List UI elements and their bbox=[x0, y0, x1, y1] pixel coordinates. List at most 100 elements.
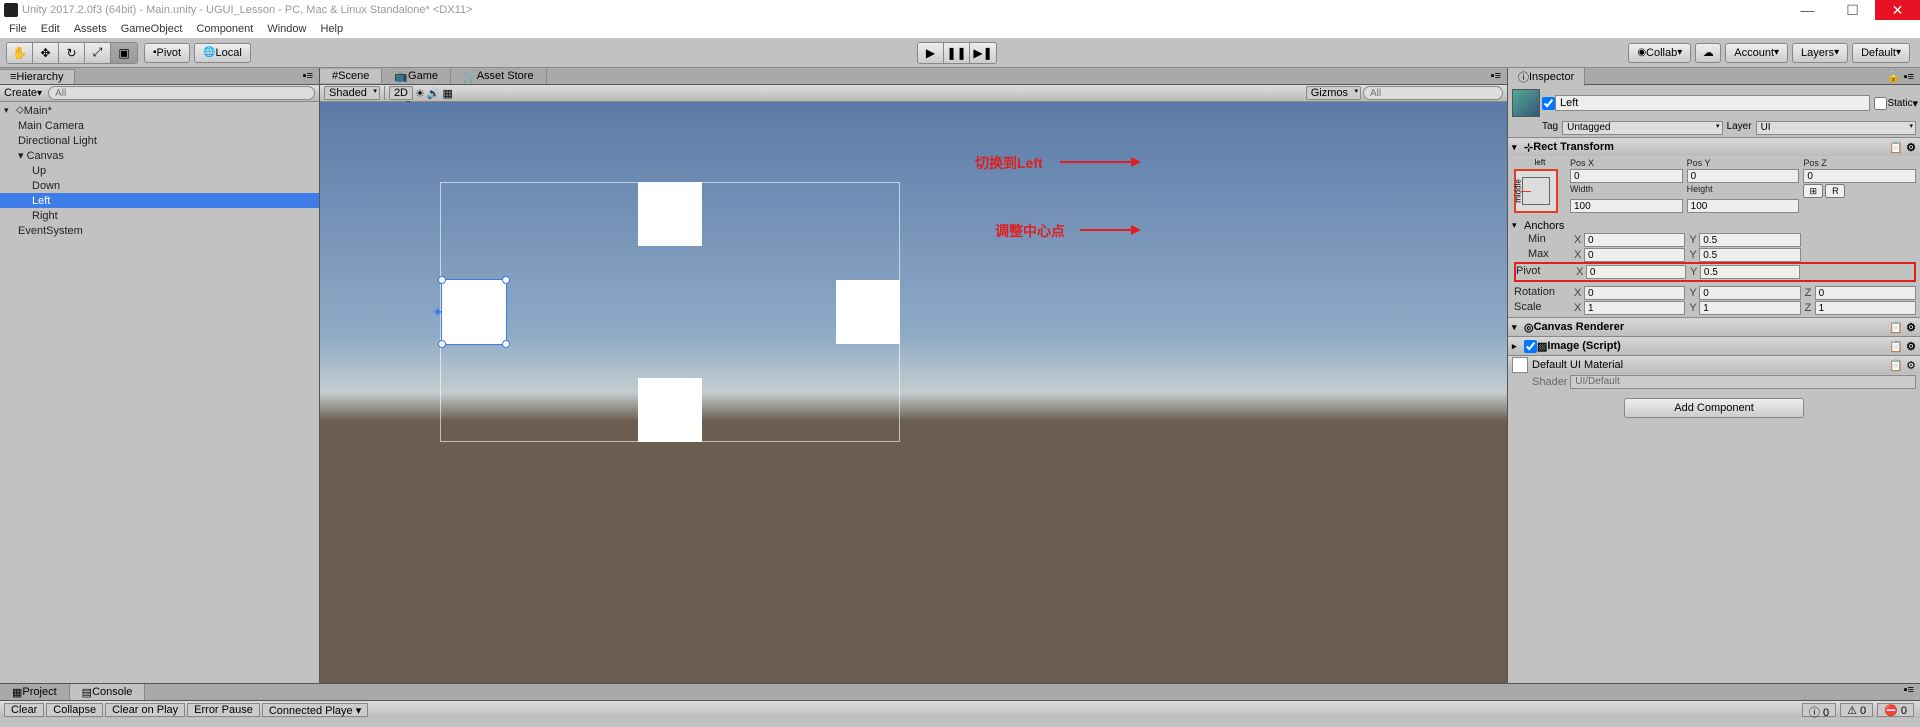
cloud-button[interactable]: ☁ bbox=[1695, 43, 1721, 63]
tree-item[interactable]: Down bbox=[0, 178, 319, 193]
play-button[interactable]: ▶ bbox=[918, 43, 944, 63]
menu-edit[interactable]: Edit bbox=[34, 23, 67, 35]
rotation-z-input[interactable] bbox=[1815, 286, 1916, 300]
rotation-x-input[interactable] bbox=[1584, 286, 1685, 300]
collapse-button[interactable]: Collapse bbox=[46, 703, 103, 717]
layer-dropdown[interactable]: UI bbox=[1756, 121, 1916, 135]
clear-on-play-button[interactable]: Clear on Play bbox=[105, 703, 185, 717]
width-input[interactable] bbox=[1570, 199, 1683, 213]
rect-handle-bl[interactable] bbox=[438, 340, 446, 348]
gameobject-icon[interactable] bbox=[1512, 89, 1540, 117]
pivot-toggle[interactable]: ▪ Pivot bbox=[144, 43, 190, 63]
layout-dropdown[interactable]: Default ▾ bbox=[1852, 43, 1910, 63]
tree-item[interactable]: ▾ Canvas bbox=[0, 148, 319, 163]
game-tab[interactable]: 📺 Game bbox=[382, 69, 451, 84]
down-object[interactable] bbox=[638, 378, 702, 442]
pivot-y-input[interactable] bbox=[1700, 265, 1800, 279]
warning-count[interactable]: ⚠ 0 bbox=[1840, 703, 1873, 717]
left-object-selected[interactable] bbox=[442, 280, 506, 344]
shader-dropdown[interactable]: UI/Default bbox=[1570, 375, 1916, 389]
add-component-button[interactable]: Add Component bbox=[1624, 398, 1804, 418]
pause-button[interactable]: ❚❚ bbox=[944, 43, 970, 63]
pos-z-input[interactable] bbox=[1803, 169, 1916, 183]
right-object[interactable] bbox=[836, 280, 900, 344]
gameobject-active-checkbox[interactable] bbox=[1542, 97, 1555, 110]
menu-file[interactable]: File bbox=[2, 23, 34, 35]
pivot-x-input[interactable] bbox=[1586, 265, 1686, 279]
hand-tool[interactable]: ✋ bbox=[7, 43, 33, 63]
canvas-renderer-header[interactable]: ▾◎ Canvas Renderer📋 ⚙ bbox=[1508, 318, 1920, 336]
rotation-y-input[interactable] bbox=[1699, 286, 1800, 300]
raw-edit-button[interactable]: R bbox=[1825, 184, 1845, 198]
anchor-min-y-input[interactable] bbox=[1699, 233, 1800, 247]
tree-item[interactable]: Main Camera bbox=[0, 118, 319, 133]
pos-y-input[interactable] bbox=[1687, 169, 1800, 183]
project-tab[interactable]: ▦ Project bbox=[0, 684, 70, 700]
menu-assets[interactable]: Assets bbox=[67, 23, 114, 35]
asset-store-tab[interactable]: 🛒 Asset Store bbox=[451, 69, 547, 84]
layers-dropdown[interactable]: Layers ▾ bbox=[1792, 43, 1848, 63]
tree-item[interactable]: EventSystem bbox=[0, 223, 319, 238]
create-dropdown[interactable]: Create bbox=[4, 87, 37, 99]
error-count[interactable]: ⛔ 0 bbox=[1877, 703, 1914, 717]
menu-gameobject[interactable]: GameObject bbox=[114, 23, 190, 35]
menu-component[interactable]: Component bbox=[189, 23, 260, 35]
lighting-toggle[interactable]: ☀ bbox=[415, 87, 425, 100]
shading-mode-dropdown[interactable]: Shaded bbox=[324, 86, 380, 100]
rect-tool[interactable]: ▣ bbox=[111, 43, 137, 63]
collab-dropdown[interactable]: ◉ Collab ▾ bbox=[1628, 43, 1691, 63]
scene-search-input[interactable] bbox=[1363, 86, 1503, 100]
scene-panel-options-icon[interactable]: ▪≡ bbox=[1485, 70, 1507, 82]
gizmos-dropdown[interactable]: Gizmos bbox=[1306, 86, 1361, 100]
anchor-gizmo-icon[interactable]: ✦ bbox=[432, 304, 444, 321]
tree-item[interactable]: Left bbox=[0, 193, 319, 208]
close-button[interactable]: ✕ bbox=[1875, 0, 1920, 20]
clear-button[interactable]: Clear bbox=[4, 703, 44, 717]
mode-2d-toggle[interactable]: 2D bbox=[389, 86, 413, 100]
image-header[interactable]: ▸▨ Image (Script)📋 ⚙ bbox=[1508, 337, 1920, 355]
rect-handle-br[interactable] bbox=[502, 340, 510, 348]
blueprint-mode-button[interactable]: ⊞ bbox=[1803, 184, 1823, 198]
bottom-panel-options-icon[interactable]: ▪≡ bbox=[1898, 684, 1920, 700]
gameobject-name-input[interactable] bbox=[1555, 95, 1870, 111]
panel-options-icon[interactable]: ▪≡ bbox=[297, 70, 319, 82]
menu-help[interactable]: Help bbox=[313, 23, 350, 35]
scale-x-input[interactable] bbox=[1584, 301, 1685, 315]
console-tab[interactable]: ▤ Console bbox=[70, 684, 146, 700]
tree-item[interactable]: Right bbox=[0, 208, 319, 223]
static-checkbox[interactable] bbox=[1874, 97, 1887, 110]
pos-x-input[interactable] bbox=[1570, 169, 1683, 183]
scene-viewport[interactable]: ✦ bbox=[320, 102, 1507, 683]
scale-tool[interactable]: ⤢ bbox=[85, 43, 111, 63]
anchor-min-x-input[interactable] bbox=[1584, 233, 1685, 247]
material-header[interactable]: Default UI Material📋 ⚙ bbox=[1508, 356, 1920, 374]
minimize-button[interactable]: — bbox=[1785, 0, 1830, 20]
maximize-button[interactable]: ☐ bbox=[1830, 0, 1875, 20]
hierarchy-search-input[interactable] bbox=[48, 86, 315, 100]
audio-toggle[interactable]: 🔊 bbox=[427, 87, 441, 100]
tree-item[interactable]: Directional Light bbox=[0, 133, 319, 148]
scale-y-input[interactable] bbox=[1699, 301, 1800, 315]
tree-scene-root[interactable]: ▾⬦ Main* bbox=[0, 103, 319, 118]
local-toggle[interactable]: 🌐 Local bbox=[194, 43, 251, 63]
menu-window[interactable]: Window bbox=[260, 23, 313, 35]
anchor-max-x-input[interactable] bbox=[1584, 248, 1685, 262]
scene-tab[interactable]: # Scene bbox=[320, 69, 382, 83]
rect-handle-tr[interactable] bbox=[502, 276, 510, 284]
move-tool[interactable]: ✥ bbox=[33, 43, 59, 63]
up-object[interactable] bbox=[638, 182, 702, 246]
account-dropdown[interactable]: Account ▾ bbox=[1725, 43, 1788, 63]
fx-toggle[interactable]: ▦ bbox=[443, 87, 453, 100]
tag-dropdown[interactable]: Untagged bbox=[1562, 121, 1722, 135]
hierarchy-tab[interactable]: ≡ Hierarchy bbox=[0, 69, 75, 84]
anchor-max-y-input[interactable] bbox=[1699, 248, 1800, 262]
scale-z-input[interactable] bbox=[1815, 301, 1916, 315]
rotate-tool[interactable]: ↻ bbox=[59, 43, 85, 63]
error-pause-button[interactable]: Error Pause bbox=[187, 703, 260, 717]
inspector-tab[interactable]: ⓘ Inspector bbox=[1508, 67, 1585, 86]
height-input[interactable] bbox=[1687, 199, 1800, 213]
image-enabled-checkbox[interactable] bbox=[1524, 340, 1537, 353]
info-count[interactable]: ⓘ 0 bbox=[1802, 703, 1836, 717]
step-button[interactable]: ▶❚ bbox=[970, 43, 996, 63]
tree-item[interactable]: Up bbox=[0, 163, 319, 178]
